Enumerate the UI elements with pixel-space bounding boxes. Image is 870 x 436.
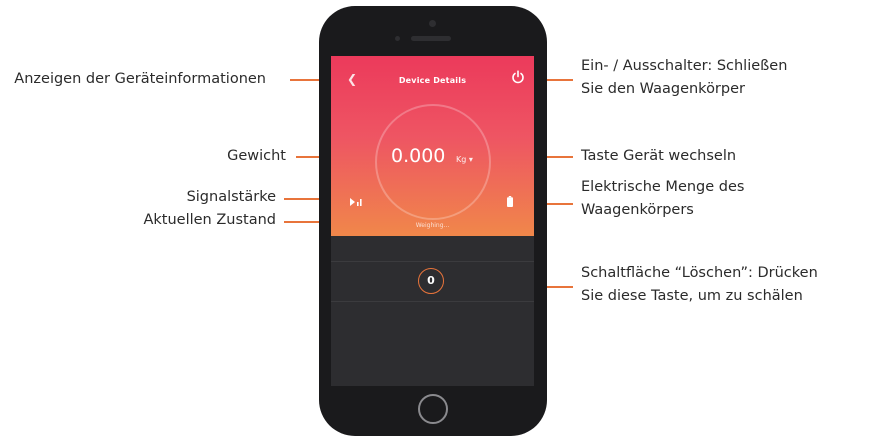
signal-icon (350, 198, 362, 206)
callout-power-switch: Ein- / Ausschalter: Schließen Sie den Wa… (581, 55, 787, 101)
weight-value: 0.000 (391, 145, 446, 167)
callout-clear: Schaltfläche “Löschen”: Drücken Sie dies… (581, 262, 818, 308)
power-icon[interactable] (511, 70, 525, 84)
callout-battery: Elektrische Menge des Waagenkörpers (581, 176, 744, 222)
battery-icon (507, 196, 513, 207)
callout-power-line1: Ein- / Ausschalter: Schließen (581, 58, 788, 74)
callout-current-state: Aktuellen Zustand (143, 212, 276, 228)
status-text: Weighing... (415, 222, 450, 229)
callout-device-info: Anzeigen der Geräteinformationen (14, 71, 266, 87)
sensor-dot (395, 36, 400, 41)
app-screen: ❮ Device Details 0.000 Kg ▾ Weighing... … (331, 56, 534, 386)
callout-clear-line2: Sie diese Taste, um zu schälen (581, 288, 803, 304)
callout-battery-line2: Waagenkörpers (581, 202, 694, 218)
screen-title: Device Details (398, 76, 467, 85)
callout-switch-device: Taste Gerät wechseln (581, 148, 737, 164)
callout-weight: Gewicht (227, 148, 286, 164)
header-panel: ❮ Device Details 0.000 Kg ▾ Weighing... (331, 56, 534, 236)
divider (331, 301, 534, 302)
phone-mockup: ❮ Device Details 0.000 Kg ▾ Weighing... … (319, 6, 547, 436)
weight-unit: Kg (456, 155, 467, 164)
callout-clear-line1: Schaltfläche “Löschen”: Drücken (581, 265, 818, 281)
camera-dot (429, 20, 436, 27)
clear-tare-button[interactable]: 0 (418, 268, 444, 294)
speaker-grille (411, 36, 451, 41)
callout-signal: Signalstärke (186, 189, 276, 205)
callout-power-line2: Sie den Waagenkörper (581, 81, 745, 97)
home-button[interactable] (418, 394, 448, 424)
callout-battery-line1: Elektrische Menge des (581, 179, 745, 195)
weight-unit-switch[interactable]: Kg ▾ (456, 155, 473, 164)
divider (331, 261, 534, 262)
